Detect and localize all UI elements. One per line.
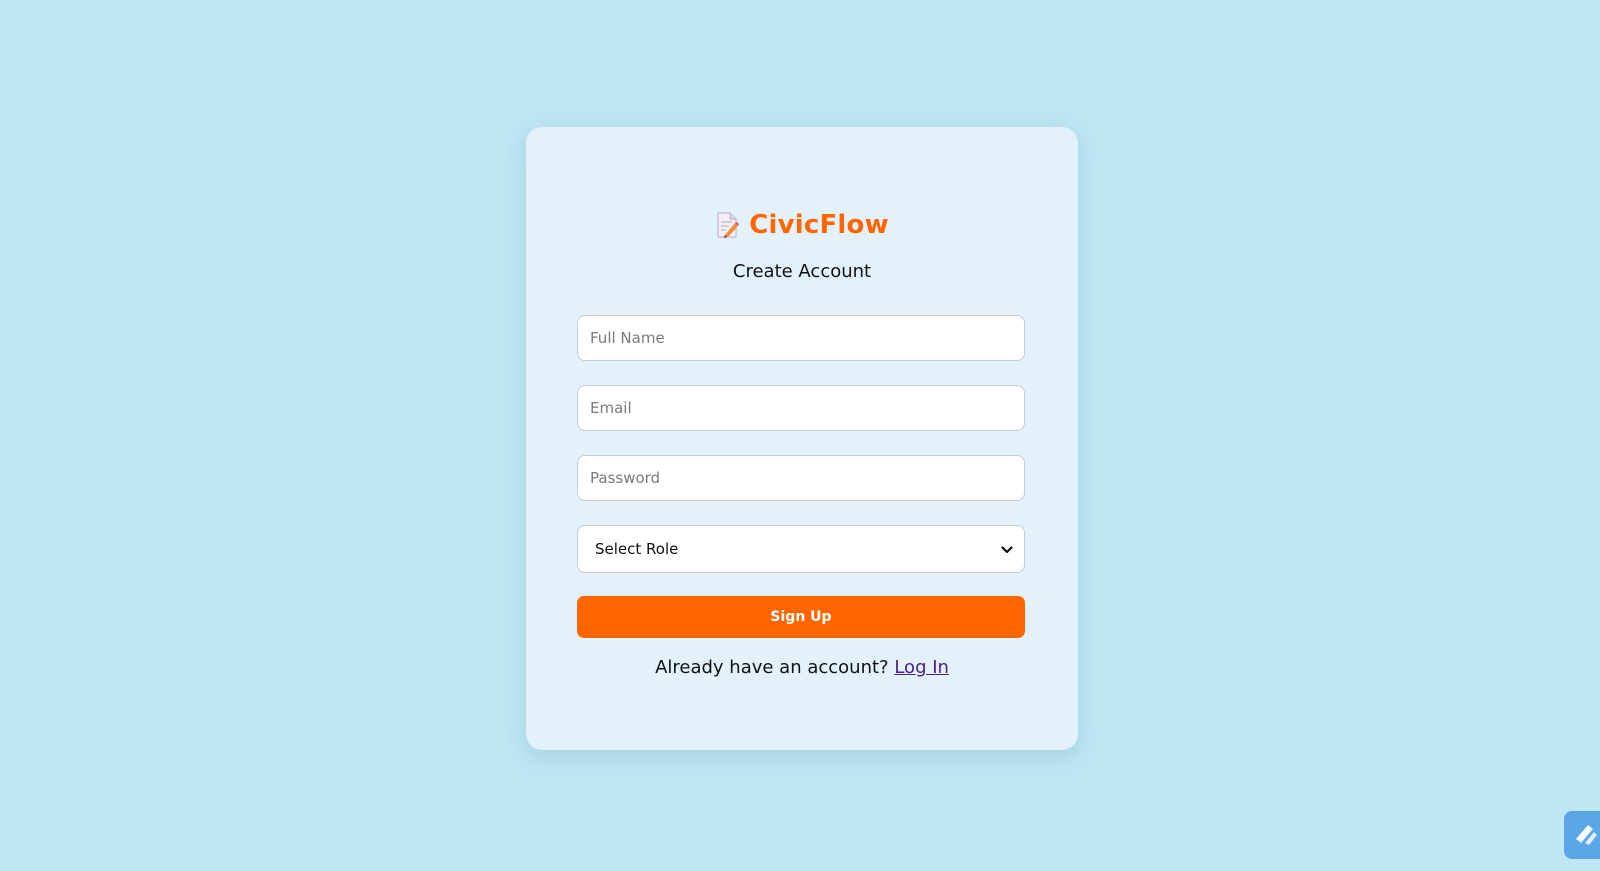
brand-name: CivicFlow [749, 210, 889, 240]
role-select[interactable]: Select Role [577, 525, 1025, 573]
role-select-value: Select Role [595, 540, 679, 558]
email-input[interactable] [577, 385, 1025, 431]
login-prompt: Already have an account? Log In [526, 657, 1078, 678]
login-prompt-text: Already have an account? [655, 657, 889, 678]
brand-header: CivicFlow [526, 205, 1078, 245]
signup-card: CivicFlow Create Account Select Role Sig… [526, 127, 1078, 750]
full-name-input[interactable] [577, 315, 1025, 361]
edit-icon [1572, 819, 1600, 851]
chevron-down-icon [1000, 542, 1014, 556]
floating-widget-button[interactable] [1564, 811, 1600, 859]
password-input[interactable] [577, 455, 1025, 501]
page-title: Create Account [732, 261, 872, 282]
sign-up-button[interactable]: Sign Up [577, 596, 1025, 638]
memo-icon [715, 211, 740, 239]
login-link[interactable]: Log In [894, 657, 949, 678]
